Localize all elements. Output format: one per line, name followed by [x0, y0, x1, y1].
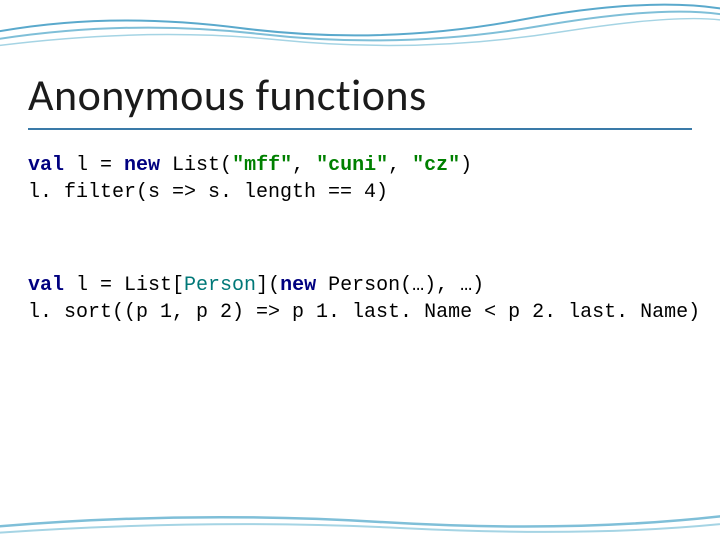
code-text: ,: [292, 154, 316, 177]
keyword-val: val: [28, 154, 64, 177]
code-text: l =: [64, 154, 124, 177]
footer-wave-decoration: [0, 500, 720, 540]
string-literal: "mff": [232, 154, 292, 177]
keyword-val: val: [28, 274, 64, 297]
code-text: List(: [160, 154, 232, 177]
code-line: l. sort((p 1, p 2) => p 1. last. Name < …: [28, 301, 700, 324]
string-literal: "cuni": [316, 154, 388, 177]
code-text: ): [460, 154, 472, 177]
code-block-1: val l = new List("mff", "cuni", "cz") l.…: [28, 152, 472, 206]
code-block-2: val l = List[Person](new Person(…), …) l…: [28, 272, 700, 326]
keyword-new: new: [280, 274, 316, 297]
code-text: Person(…), …): [316, 274, 484, 297]
code-line: l. filter(s => s. length == 4): [28, 181, 388, 204]
type-name: Person: [184, 274, 256, 297]
code-text: ](: [256, 274, 280, 297]
string-literal: "cz": [412, 154, 460, 177]
slide-title: Anonymous functions: [28, 68, 427, 122]
keyword-new: new: [124, 154, 160, 177]
title-underline: [28, 128, 692, 130]
code-text: l = List[: [64, 274, 184, 297]
code-text: ,: [388, 154, 412, 177]
header-wave-decoration: [0, 0, 720, 60]
